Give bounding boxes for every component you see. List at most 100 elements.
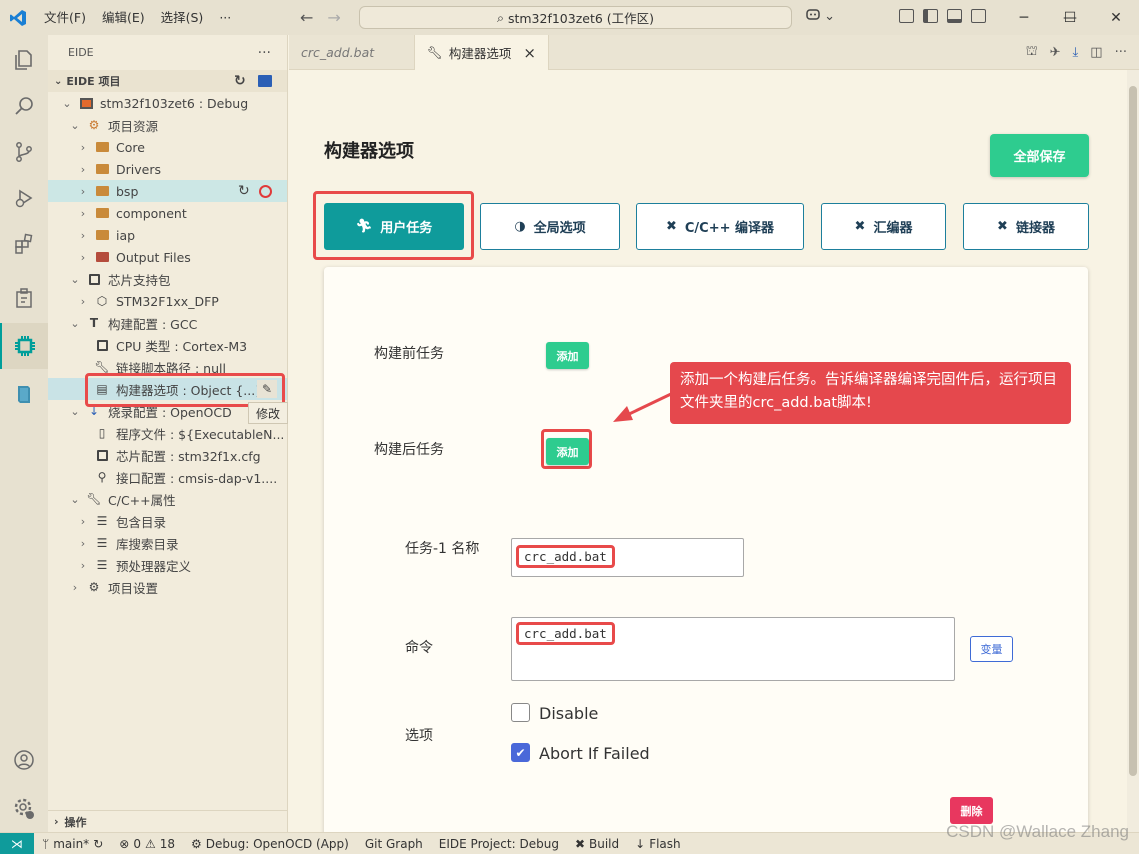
extensions-icon[interactable] bbox=[0, 221, 48, 267]
tree-item-project-settings[interactable]: › ⚙ 项目设置 bbox=[48, 576, 287, 598]
add-pre-build-button[interactable]: 添加 bbox=[546, 342, 589, 369]
tree-item-project-resources[interactable]: ⌄ ⚙ 项目资源 bbox=[48, 114, 287, 136]
tab-user-tasks[interactable]: 🏃︎ 用户任务 bbox=[324, 203, 464, 250]
eide-icon[interactable] bbox=[0, 323, 48, 369]
close-window-icon[interactable]: ✕ bbox=[1093, 0, 1139, 35]
refresh-folder-icon[interactable]: ↻ bbox=[238, 183, 250, 199]
tree-item-include-dirs[interactable]: › ☰ 包含目录 bbox=[48, 510, 287, 532]
status-debug[interactable]: ⚙ Debug: OpenOCD (App) bbox=[183, 837, 357, 851]
menu-file[interactable]: 文件(F) bbox=[36, 0, 94, 35]
status-branch[interactable]: ᛘ main* ↻ bbox=[34, 837, 111, 851]
tree-item-cpp-properties[interactable]: ⌄ 🔧︎ C/C++属性 bbox=[48, 488, 287, 510]
toggle-sidebar-icon[interactable] bbox=[923, 9, 938, 23]
tab-label: 构建器选项 bbox=[448, 46, 512, 61]
variables-button[interactable]: 变量 bbox=[970, 636, 1013, 662]
tree-label: 芯片配置 : stm32f1x.cfg bbox=[116, 448, 261, 464]
menu-edit[interactable]: 编辑(E) bbox=[94, 0, 153, 35]
flash-icon: ↓ bbox=[635, 836, 646, 851]
open-project-icon[interactable] bbox=[258, 75, 272, 87]
tab-assembler[interactable]: ✖ 汇编器 bbox=[821, 203, 946, 250]
tree-item-build-config[interactable]: ⌄ T 构建配置 : GCC bbox=[48, 312, 287, 334]
customize-layout-icon[interactable] bbox=[899, 9, 914, 23]
source-control-icon[interactable] bbox=[0, 129, 48, 175]
build-label: Build bbox=[589, 836, 620, 851]
forward-arrow-icon[interactable]: → bbox=[327, 8, 340, 27]
tree-item-lib-dirs[interactable]: › ☰ 库搜索目录 bbox=[48, 532, 287, 554]
scrollbar-thumb[interactable] bbox=[1129, 86, 1137, 776]
disable-checkbox[interactable] bbox=[511, 703, 530, 722]
tree-item-component[interactable]: › component bbox=[48, 202, 287, 224]
tab-linker[interactable]: ✖ 链接器 bbox=[963, 203, 1089, 250]
tree-label: 程序文件 : ${ExecutableN... bbox=[116, 426, 285, 442]
clean-icon[interactable]: ✈ bbox=[1050, 45, 1061, 60]
toggle-panel-icon[interactable] bbox=[947, 9, 962, 23]
copilot-icon[interactable]: ⌄ bbox=[806, 8, 835, 24]
minimize-button[interactable]: ─ bbox=[1001, 0, 1047, 35]
tree-item-core[interactable]: › Core bbox=[48, 136, 287, 158]
warning-count: 18 bbox=[159, 836, 175, 851]
toggle-secondary-sidebar-icon[interactable] bbox=[971, 9, 986, 23]
save-all-button[interactable]: 全部保存 bbox=[990, 134, 1089, 177]
accounts-icon[interactable] bbox=[0, 737, 48, 783]
maximize-icon[interactable]: ☐ bbox=[1047, 0, 1093, 35]
eide-project-label: EIDE Project: Debug bbox=[438, 836, 559, 851]
tree-item-output-files[interactable]: › Output Files bbox=[48, 246, 287, 268]
delete-task-button[interactable]: 删除 bbox=[950, 797, 993, 824]
tree-item-chip-config[interactable]: 芯片配置 : stm32f1x.cfg bbox=[48, 444, 287, 466]
book-icon[interactable] bbox=[0, 371, 48, 417]
tree-item-dfp[interactable]: › ⬡ STM32F1xx_DFP bbox=[48, 290, 287, 312]
chevron-right-icon: › bbox=[54, 815, 59, 828]
tree-item-interface-config[interactable]: ⚲ 接口配置 : cmsis-dap-v1.... bbox=[48, 466, 287, 488]
tree-item-chip-support[interactable]: ⌄ 芯片支持包 bbox=[48, 268, 287, 290]
flash-download-icon[interactable]: ⤓ bbox=[1073, 45, 1079, 60]
remote-explorer-icon[interactable] bbox=[0, 275, 48, 321]
task-name-input[interactable]: crc_add.bat bbox=[511, 538, 744, 577]
list-icon: ☰ bbox=[96, 514, 108, 528]
remote-indicator-icon[interactable]: ⋊ bbox=[0, 832, 34, 854]
tab-crc-add-bat[interactable]: crc_add.bat bbox=[289, 35, 415, 70]
build-icon[interactable]: ⛫ bbox=[1026, 44, 1038, 61]
explorer-icon[interactable] bbox=[0, 37, 48, 83]
tab-builder-options[interactable]: 🔧︎ 构建器选项 × bbox=[415, 35, 549, 70]
sidebar-more-icon[interactable]: ··· bbox=[258, 45, 271, 61]
tree-item-cpu-type[interactable]: CPU 类型 : Cortex-M3 bbox=[48, 334, 287, 356]
status-git-graph[interactable]: Git Graph bbox=[357, 837, 431, 851]
settings-gear-icon[interactable] bbox=[0, 785, 48, 831]
status-flash[interactable]: ↓ Flash bbox=[627, 837, 689, 851]
abort-if-failed-checkbox[interactable]: ✔ bbox=[511, 743, 530, 762]
run-debug-icon[interactable] bbox=[0, 175, 48, 221]
status-problems[interactable]: ⊗ 0 ⚠ 18 bbox=[111, 837, 183, 851]
tree-item-program-file[interactable]: ▯ 程序文件 : ${ExecutableN... bbox=[48, 422, 287, 444]
chevron-right-icon: › bbox=[80, 162, 86, 176]
status-build[interactable]: ✖ Build bbox=[567, 837, 627, 851]
tree-project-root[interactable]: ⌄ stm32f103zet6 : Debug bbox=[48, 92, 287, 114]
command-center-search[interactable]: ⌕ stm32f103zet6 (工作区) bbox=[359, 6, 792, 29]
tree-item-drivers[interactable]: › Drivers bbox=[48, 158, 287, 180]
chevron-down-icon: ⌄ bbox=[70, 118, 80, 132]
tab-cpp-compiler[interactable]: ✖ C/C++ 编译器 bbox=[636, 203, 804, 250]
add-post-build-button[interactable]: 添加 bbox=[546, 438, 589, 465]
eide-project-section[interactable]: ⌄ EIDE 项目 ↻ bbox=[48, 70, 287, 92]
menu-selection[interactable]: 选择(S) bbox=[153, 0, 212, 35]
editor-scrollbar[interactable] bbox=[1127, 70, 1139, 832]
tree-item-defines[interactable]: › ☰ 预处理器定义 bbox=[48, 554, 287, 576]
status-eide-project[interactable]: EIDE Project: Debug bbox=[431, 837, 567, 851]
tab-label: 用户任务 bbox=[380, 221, 433, 236]
tree-item-iap[interactable]: › iap bbox=[48, 224, 287, 246]
plug-icon: ⚲ bbox=[97, 470, 107, 484]
refresh-icon[interactable]: ↻ bbox=[234, 73, 246, 89]
close-tab-icon[interactable]: × bbox=[523, 44, 536, 62]
split-editor-icon[interactable]: ◫ bbox=[1090, 45, 1102, 60]
command-textarea[interactable]: crc_add.bat bbox=[511, 617, 955, 681]
tree-item-bsp[interactable]: › bsp ↻ bbox=[48, 180, 287, 202]
back-arrow-icon[interactable]: ← bbox=[300, 8, 313, 27]
command-label: 命令 bbox=[405, 640, 433, 656]
operations-section[interactable]: › 操作 bbox=[48, 810, 287, 832]
menu-more[interactable]: ··· bbox=[211, 0, 239, 35]
search-sidebar-icon[interactable] bbox=[0, 83, 48, 129]
exclude-icon[interactable] bbox=[259, 184, 272, 198]
tab-global-options[interactable]: ◑ 全局选项 bbox=[480, 203, 620, 250]
folder-icon bbox=[94, 227, 110, 243]
more-actions-icon[interactable]: ··· bbox=[1115, 45, 1127, 60]
sync-icon: ↻ bbox=[93, 836, 104, 851]
